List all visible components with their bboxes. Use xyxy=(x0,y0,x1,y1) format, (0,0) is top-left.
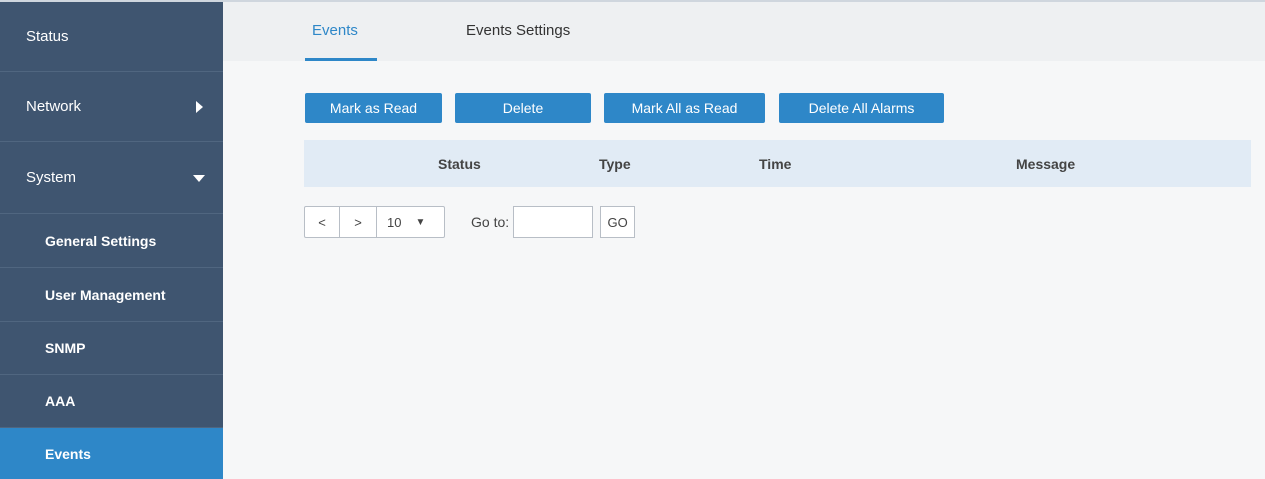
chevron-down-icon xyxy=(193,174,205,182)
sidebar-item-label: User Management xyxy=(45,286,166,303)
prev-page-button[interactable]: < xyxy=(304,206,340,238)
column-header-status[interactable]: Status xyxy=(438,156,481,172)
column-header-type[interactable]: Type xyxy=(599,156,631,172)
sidebar-item-label: Status xyxy=(26,28,69,45)
column-header-message[interactable]: Message xyxy=(1016,156,1075,172)
sidebar-item-snmp[interactable]: SNMP xyxy=(0,322,223,375)
sidebar-item-events[interactable]: Events xyxy=(0,428,223,479)
sidebar-item-label: Network xyxy=(26,98,82,115)
caret-down-icon: ▼ xyxy=(415,216,426,228)
sidebar-item-label: System xyxy=(26,169,77,186)
page-size-select[interactable]: 10 ▼ xyxy=(377,206,445,238)
mark-as-read-button[interactable]: Mark as Read xyxy=(305,93,442,123)
delete-button[interactable]: Delete xyxy=(455,93,591,123)
sidebar-item-status[interactable]: Status xyxy=(0,2,223,72)
sidebar-item-general-settings[interactable]: General Settings xyxy=(0,214,223,268)
column-header-time[interactable]: Time xyxy=(759,156,791,172)
table-header: Status Type Time Message xyxy=(304,140,1251,187)
go-button[interactable]: GO xyxy=(600,206,636,238)
next-page-button[interactable]: > xyxy=(340,206,377,238)
sidebar-item-system[interactable]: System xyxy=(0,142,223,214)
main-content: Events Events Settings Mark as Read Dele… xyxy=(223,0,1265,477)
sidebar-item-network[interactable]: Network xyxy=(0,72,223,142)
sidebar-item-label: SNMP xyxy=(45,340,86,356)
tab-events[interactable]: Events xyxy=(312,22,358,39)
mark-all-as-read-button[interactable]: Mark All as Read xyxy=(604,93,765,123)
goto-label: Go to: xyxy=(471,214,510,230)
sidebar-item-label: AAA xyxy=(45,393,76,409)
sidebar-item-user-management[interactable]: User Management xyxy=(0,268,223,322)
delete-all-alarms-button[interactable]: Delete All Alarms xyxy=(779,93,944,123)
sidebar: Status Network System General Settings U… xyxy=(0,0,223,479)
chevron-right-icon xyxy=(196,100,203,113)
sidebar-item-label: General Settings xyxy=(45,232,157,249)
tab-bar: Events Events Settings xyxy=(223,0,1265,61)
tab-events-settings[interactable]: Events Settings xyxy=(466,22,570,39)
pagination: < > 10 ▼ Go to: GO xyxy=(304,206,636,238)
goto-page-input[interactable] xyxy=(513,206,594,238)
page-size-value: 10 xyxy=(387,214,402,230)
sidebar-item-aaa[interactable]: AAA xyxy=(0,375,223,428)
active-tab-indicator xyxy=(305,58,377,61)
sidebar-item-label: Events xyxy=(45,445,91,462)
